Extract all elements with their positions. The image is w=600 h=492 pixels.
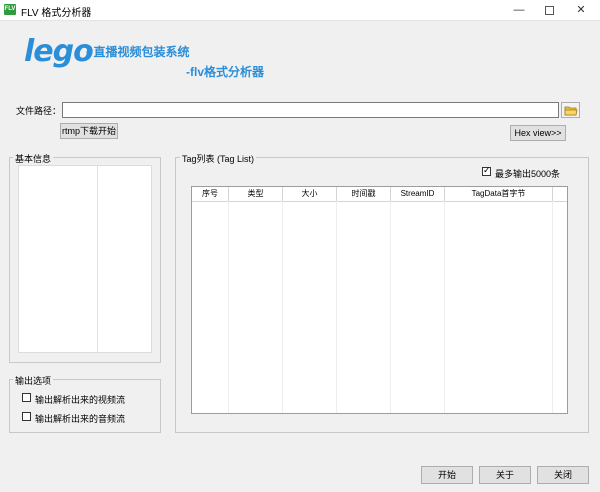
minimize-button[interactable]: — (504, 0, 534, 20)
column-line (552, 201, 553, 413)
window-title: FLV 格式分析器 (21, 8, 92, 19)
audio-stream-checkbox[interactable] (22, 412, 31, 421)
tag-table[interactable]: 序号 类型 大小 时间戳 StreamID TagData首字节 (191, 186, 568, 414)
column-header[interactable]: TagData首字节 (445, 187, 553, 201)
start-button[interactable]: 开始 (421, 466, 473, 484)
max-output-checkbox[interactable]: ✓ (482, 165, 491, 176)
title-bar: FLV FLV 格式分析器 — ✕ (0, 0, 600, 21)
maximize-icon (544, 5, 554, 15)
browse-button[interactable] (561, 102, 580, 118)
column-header[interactable]: 时间戳 (337, 187, 391, 201)
about-button[interactable]: 关于 (479, 466, 531, 484)
column-line (228, 201, 229, 413)
maximize-button[interactable] (534, 0, 564, 20)
app-icon: FLV (4, 4, 16, 15)
column-line (444, 201, 445, 413)
logo-subtitle-1: • 直播视频包装系统 (86, 45, 190, 59)
close-window-button[interactable]: ✕ (566, 0, 596, 20)
column-header[interactable]: 序号 (192, 187, 229, 201)
tag-list-title: Tag列表 (Tag List) (180, 152, 257, 165)
logo-subtitle-2: -flv格式分析器 (186, 65, 265, 79)
basic-info-title: 基本信息 (13, 152, 54, 165)
list-divider (97, 166, 98, 352)
tag-table-header: 序号 类型 大小 时间戳 StreamID TagData首字节 (192, 187, 567, 202)
folder-icon (564, 106, 578, 116)
max-output-label: 最多输出5000条 (495, 169, 561, 179)
column-header[interactable]: 大小 (283, 187, 337, 201)
checkmark-icon: ✓ (483, 165, 491, 175)
video-stream-checkbox[interactable] (22, 393, 31, 402)
rtmp-download-button[interactable]: rtmp下载开始 (60, 123, 118, 139)
column-header[interactable]: 类型 (229, 187, 283, 201)
column-line (282, 201, 283, 413)
column-header[interactable]: StreamID (391, 187, 445, 201)
basic-info-list[interactable] (18, 165, 152, 353)
file-path-label: 文件路径： (16, 106, 62, 116)
output-options-title: 输出选项 (13, 374, 54, 387)
column-line (390, 201, 391, 413)
file-path-input[interactable] (62, 102, 559, 118)
column-line (336, 201, 337, 413)
close-button[interactable]: 关闭 (537, 466, 589, 484)
audio-stream-label: 输出解析出来的音频流 (35, 414, 126, 424)
brand-logo: lego (24, 34, 94, 69)
hex-view-button[interactable]: Hex view>> (510, 125, 566, 141)
video-stream-label: 输出解析出来的视频流 (35, 395, 126, 405)
